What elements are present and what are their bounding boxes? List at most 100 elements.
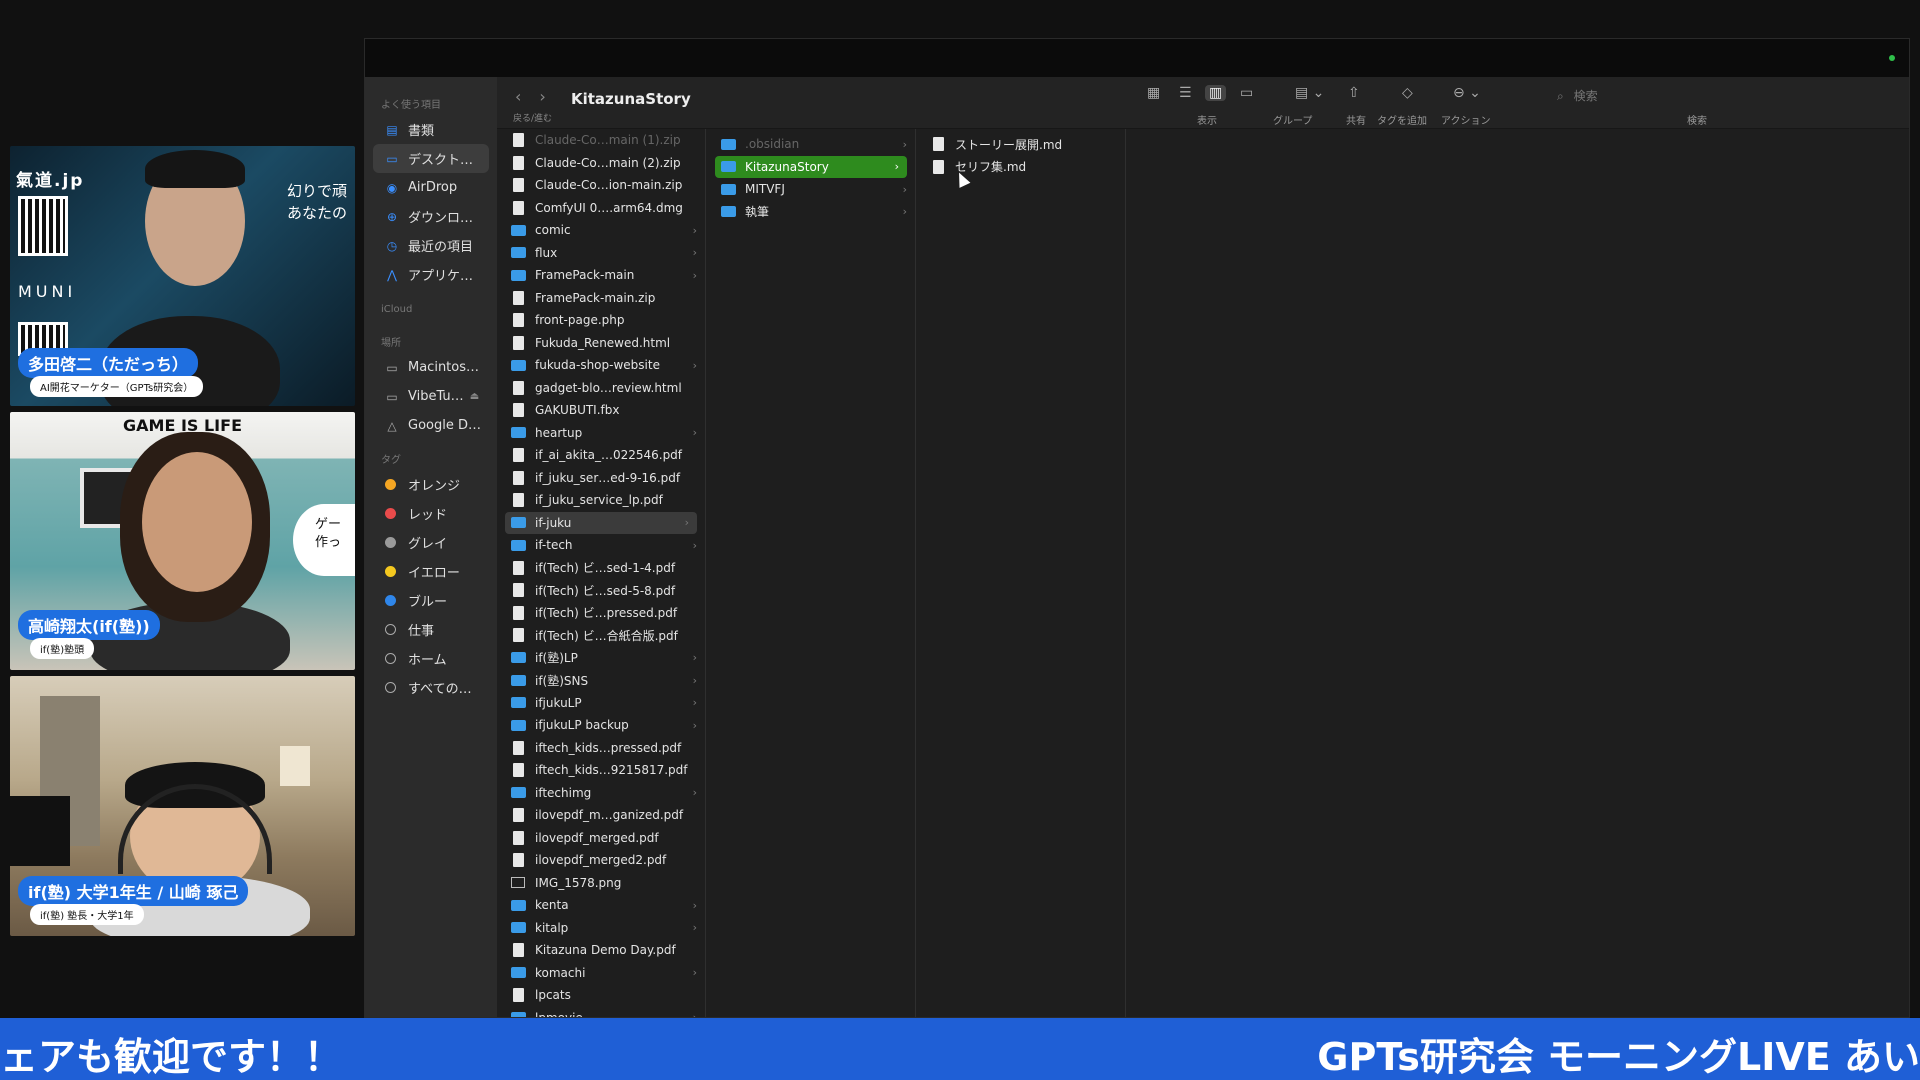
- file-row[interactable]: ilovepdf_m…ganized.pdf: [497, 804, 705, 827]
- folder-row[interactable]: if-tech ›: [497, 534, 705, 557]
- share-icon[interactable]: ⇧: [1348, 85, 1360, 101]
- folder-row[interactable]: if-juku ›: [505, 511, 697, 534]
- back-icon[interactable]: ‹: [515, 87, 521, 106]
- folder-icon: [721, 206, 736, 218]
- sidebar-item-vibetu[interactable]: ▭ VibeTu… ⏏: [365, 382, 497, 411]
- item-name: Claude-Co…main (2).zip: [535, 155, 681, 170]
- file-row[interactable]: if(Tech) ビ…sed-1-4.pdf: [497, 557, 705, 580]
- group-icon[interactable]: ▤ ⌄: [1295, 85, 1324, 101]
- sidebar-item-recents[interactable]: ◷ 最近の項目: [365, 231, 497, 260]
- sidebar-item-desktop[interactable]: ▭ デスクト…: [373, 144, 489, 173]
- file-row[interactable]: iftech_kids…pressed.pdf: [497, 737, 705, 760]
- sidebar-item-downloads[interactable]: ⊕ ダウンロ…: [365, 202, 497, 231]
- item-name: ilovepdf_merged2.pdf: [535, 853, 667, 868]
- chevron-right-icon: ›: [692, 718, 697, 732]
- folder-row[interactable]: flux ›: [497, 242, 705, 265]
- file-row[interactable]: front-page.php: [497, 309, 705, 332]
- download-icon: ⊕: [386, 209, 398, 224]
- document-icon: ▤: [386, 122, 398, 137]
- participant-1-hair: [145, 150, 245, 188]
- icon-view-icon[interactable]: ▦: [1147, 85, 1160, 101]
- sidebar-tag-4[interactable]: ブルー: [365, 586, 497, 615]
- folder-row[interactable]: fukuda-shop-website ›: [497, 354, 705, 377]
- file-row[interactable]: iftech_kids…9215817.pdf: [497, 759, 705, 782]
- sidebar-item-macintosh[interactable]: ▭ Macintos…: [365, 353, 497, 382]
- sidebar-item-google-drive[interactable]: △ Google D…: [365, 411, 497, 440]
- folder-row[interactable]: komachi ›: [497, 962, 705, 985]
- forward-icon[interactable]: ›: [539, 87, 545, 106]
- sidebar-tag-3[interactable]: イエロー: [365, 557, 497, 586]
- sidebar-tag-6[interactable]: ホーム: [365, 644, 497, 673]
- sidebar-item-label: Macintos…: [408, 360, 480, 375]
- sidebar-tag-2[interactable]: グレイ: [365, 528, 497, 557]
- sidebar-item-applications[interactable]: ⋀ アプリケ…: [365, 260, 497, 289]
- document-icon: [513, 808, 524, 823]
- file-row[interactable]: Kitazuna Demo Day.pdf: [497, 939, 705, 962]
- tile1-side-text: 幻りで頑 あなたの: [287, 180, 347, 224]
- tag-icon[interactable]: ◇: [1402, 85, 1413, 101]
- sidebar-item-label: 書類: [408, 124, 435, 139]
- sidebar-tag-0[interactable]: オレンジ: [365, 470, 497, 499]
- folder-row[interactable]: MITVFJ ›: [707, 178, 915, 201]
- folder-row[interactable]: if(塾)LP ›: [497, 647, 705, 670]
- document-icon: [513, 763, 524, 778]
- document-icon: [513, 830, 524, 845]
- file-row[interactable]: IMG_1578.png: [497, 872, 705, 895]
- sidebar-item-airdrop[interactable]: ◉ AirDrop: [365, 173, 497, 202]
- item-name: if(塾)SNS: [535, 673, 589, 688]
- folder-row[interactable]: KitazunaStory ›: [715, 155, 907, 178]
- chevron-right-icon: ›: [692, 426, 697, 440]
- folder-row[interactable]: if(塾)SNS ›: [497, 669, 705, 692]
- file-row[interactable]: Claude-Co…main (1).zip: [497, 129, 705, 152]
- folder-row[interactable]: lpmovie ›: [497, 1007, 705, 1017]
- file-row[interactable]: ストーリー展開.md: [917, 133, 1125, 156]
- file-row[interactable]: if(Tech) ビ…合紙合版.pdf: [497, 624, 705, 647]
- eject-icon[interactable]: ⏏: [470, 391, 479, 402]
- chevron-right-icon: ›: [692, 223, 697, 237]
- folder-row[interactable]: heartup ›: [497, 422, 705, 445]
- file-row[interactable]: if_ai_akita_…022546.pdf: [497, 444, 705, 467]
- folder-row[interactable]: .obsidian ›: [707, 133, 915, 156]
- participant-1-name: 多田啓二（ただっち）: [18, 348, 199, 378]
- file-row[interactable]: セリフ集.md: [917, 156, 1125, 179]
- folder-row[interactable]: comic ›: [497, 219, 705, 242]
- sidebar-tag-5[interactable]: 仕事: [365, 615, 497, 644]
- file-row[interactable]: Fukuda_Renewed.html: [497, 332, 705, 355]
- search-field[interactable]: ⌕ 検索: [1557, 87, 1598, 104]
- file-row[interactable]: gadget-blo…review.html: [497, 377, 705, 400]
- sidebar-item-documents[interactable]: ▤ 書類: [365, 115, 497, 144]
- file-row[interactable]: ilovepdf_merged2.pdf: [497, 849, 705, 872]
- tag-color-icon: [385, 479, 396, 490]
- folder-row[interactable]: ifjukuLP ›: [497, 692, 705, 715]
- file-row[interactable]: Claude-Co…ion-main.zip: [497, 174, 705, 197]
- list-view-icon[interactable]: ☰: [1179, 85, 1192, 101]
- sidebar-tag-label: イエロー: [408, 566, 460, 581]
- file-row[interactable]: if_juku_service_lp.pdf: [497, 489, 705, 512]
- folder-row[interactable]: FramePack-main ›: [497, 264, 705, 287]
- column-view-icon[interactable]: ▥: [1205, 85, 1227, 101]
- nav-buttons: ‹ ›: [515, 87, 564, 106]
- sidebar-tag-7[interactable]: すべての…: [365, 673, 497, 702]
- file-row[interactable]: if(Tech) ビ…pressed.pdf: [497, 602, 705, 625]
- item-name: MITVFJ: [745, 182, 785, 197]
- sidebar-tag-1[interactable]: レッド: [365, 499, 497, 528]
- item-name: 執筆: [745, 205, 770, 220]
- item-name: FramePack-main: [535, 268, 635, 283]
- folder-row[interactable]: kitalp ›: [497, 917, 705, 940]
- action-icon[interactable]: ⊖ ⌄: [1453, 85, 1481, 101]
- gallery-view-icon[interactable]: ▭: [1240, 85, 1253, 101]
- folder-row[interactable]: iftechimg ›: [497, 782, 705, 805]
- file-row[interactable]: GAKUBUTI.fbx: [497, 399, 705, 422]
- folder-row[interactable]: ifjukuLP backup ›: [497, 714, 705, 737]
- file-row[interactable]: lpcats: [497, 984, 705, 1007]
- chevron-right-icon: ›: [902, 205, 907, 219]
- file-row[interactable]: ComfyUI 0….arm64.dmg: [497, 197, 705, 220]
- file-row[interactable]: Claude-Co…main (2).zip: [497, 152, 705, 175]
- file-row[interactable]: FramePack-main.zip: [497, 287, 705, 310]
- folder-row[interactable]: kenta ›: [497, 894, 705, 917]
- file-row[interactable]: ilovepdf_merged.pdf: [497, 827, 705, 850]
- sidebar-icloud-header: iCloud: [381, 304, 413, 315]
- file-row[interactable]: if(Tech) ビ…sed-5-8.pdf: [497, 579, 705, 602]
- folder-row[interactable]: 執筆 ›: [707, 201, 915, 224]
- file-row[interactable]: if_juku_ser…ed-9-16.pdf: [497, 467, 705, 490]
